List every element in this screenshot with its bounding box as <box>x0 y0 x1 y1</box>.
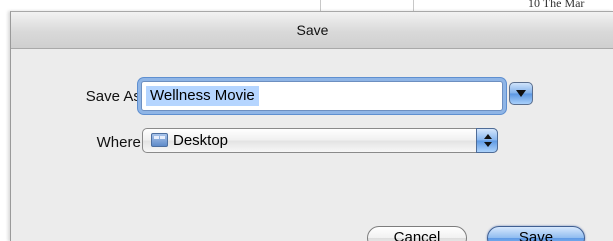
background-partial-text: 10 The Mar <box>528 0 585 10</box>
save-sheet: Save Save As: Wellness Movie Where: Desk… <box>10 11 613 241</box>
screen: 10 The Mar Save Save As: Wellness Movie … <box>0 0 613 241</box>
expand-dialog-button[interactable] <box>509 82 533 105</box>
cancel-button[interactable]: Cancel <box>367 226 467 241</box>
chevron-down-icon <box>484 142 492 147</box>
file-name-input[interactable]: Wellness Movie <box>141 81 503 111</box>
desktop-folder-icon <box>151 133 168 147</box>
sheet-titlebar: Save <box>11 12 613 49</box>
dialog-title: Save <box>296 22 329 38</box>
where-selected-value: Desktop <box>173 132 229 149</box>
disclosure-triangle-icon <box>516 90 526 97</box>
where-location-popup[interactable]: Desktop <box>142 128 498 153</box>
file-name-selected-text: Wellness Movie <box>146 86 259 106</box>
chevron-up-icon <box>484 134 492 139</box>
popup-arrows-icon <box>476 128 498 153</box>
save-as-label: Save As: <box>85 88 145 105</box>
where-label: Where: <box>96 134 145 151</box>
save-button[interactable]: Save <box>487 226 585 241</box>
